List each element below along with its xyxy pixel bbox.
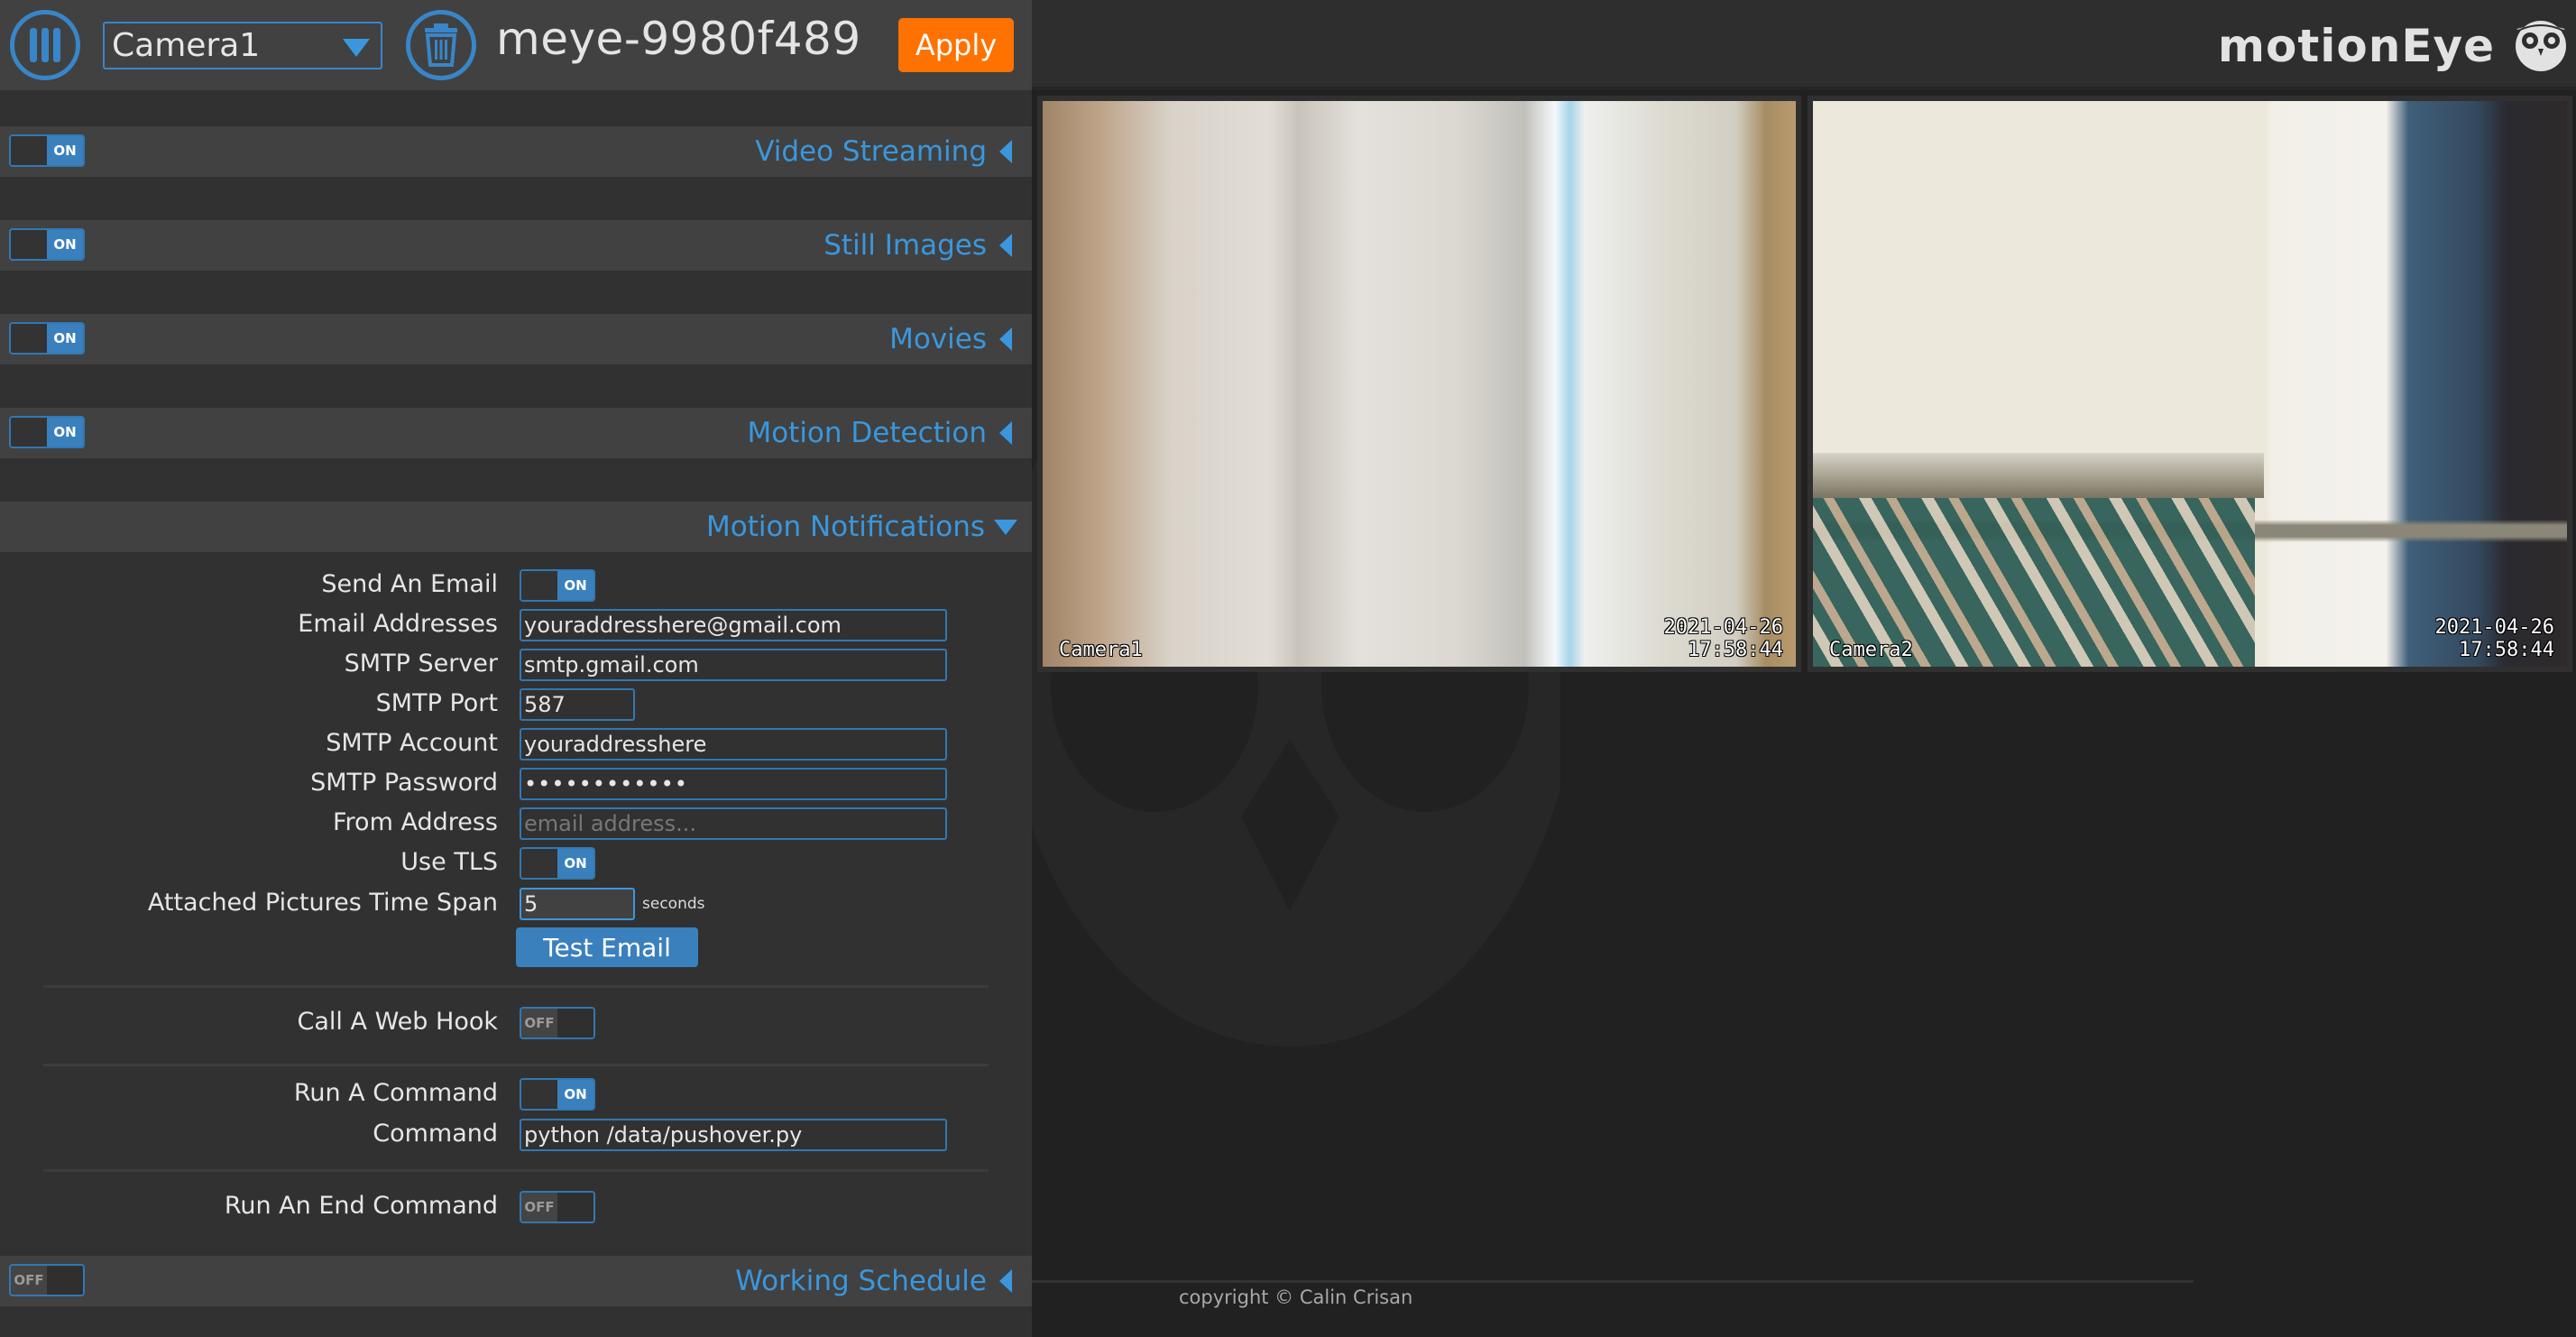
divider	[43, 985, 989, 988]
web-hook-toggle[interactable]: OFF	[520, 1007, 595, 1039]
smtp-account-label: SMTP Account	[326, 729, 498, 757]
section-title: Working Schedule	[735, 1265, 987, 1297]
chevron-left-icon	[999, 421, 1012, 445]
smtp-password-label: SMTP Password	[310, 769, 498, 797]
smtp-account-input[interactable]	[520, 728, 947, 761]
trash-icon	[425, 23, 457, 67]
menu-button[interactable]	[10, 10, 80, 80]
from-address-label: From Address	[332, 808, 498, 836]
smtp-port-input[interactable]	[520, 688, 635, 721]
section-working-schedule[interactable]: OFF Working Schedule	[0, 1256, 1032, 1306]
chevron-left-icon	[999, 327, 1012, 351]
run-command-toggle[interactable]: ON	[520, 1078, 595, 1111]
send-email-label: Send An Email	[321, 570, 498, 598]
owl-icon	[2516, 21, 2566, 71]
email-addresses-label: Email Addresses	[298, 610, 498, 638]
camera-feed-2: Camera2 2021-04-26 17:58:44	[1813, 101, 2567, 667]
chevron-down-icon	[343, 39, 370, 57]
camera-select[interactable]: Camera1	[103, 22, 382, 69]
camera-timestamp: 2021-04-26 17:58:44	[2434, 616, 2554, 661]
test-email-button[interactable]: Test Email	[516, 927, 698, 967]
smtp-port-label: SMTP Port	[375, 689, 498, 717]
section-title: Still Images	[823, 229, 987, 262]
still-images-toggle[interactable]: ON	[9, 228, 85, 261]
web-hook-label: Call A Web Hook	[297, 1008, 498, 1036]
smtp-password-input[interactable]	[520, 768, 947, 800]
section-title: Motion Detection	[747, 417, 987, 449]
section-title: Video Streaming	[755, 135, 987, 168]
menu-bars-icon	[28, 28, 63, 62]
time-span-unit: seconds	[642, 895, 705, 913]
chevron-left-icon	[999, 1269, 1012, 1293]
use-tls-label: Use TLS	[400, 848, 498, 876]
camera-title: meye-9980f489	[496, 13, 861, 65]
footer-divider	[1032, 1280, 2194, 1283]
email-addresses-input[interactable]	[520, 609, 947, 641]
divider	[43, 1169, 989, 1172]
remove-camera-button[interactable]	[406, 10, 476, 80]
chevron-left-icon	[999, 234, 1012, 257]
section-video-streaming[interactable]: ON Video Streaming	[0, 126, 1032, 177]
main-header: motionEye	[1032, 0, 2576, 90]
use-tls-toggle[interactable]: ON	[520, 847, 595, 880]
divider	[43, 1064, 989, 1066]
camera-select-value: Camera1	[112, 27, 261, 64]
baseboard-graphic	[1813, 453, 2264, 498]
section-title: Motion Notifications	[706, 511, 985, 543]
section-motion-notifications[interactable]: Motion Notifications	[0, 502, 1032, 552]
send-email-toggle[interactable]: ON	[520, 569, 595, 602]
camera-name-overlay: Camera2	[1829, 639, 1913, 661]
section-still-images[interactable]: ON Still Images	[0, 220, 1032, 271]
movies-toggle[interactable]: ON	[9, 322, 85, 355]
command-label: Command	[373, 1120, 498, 1148]
brand-name: motionEye	[2217, 20, 2495, 72]
settings-header: Camera1 meye-9980f489 Apply	[0, 0, 1032, 90]
from-address-input[interactable]	[520, 807, 947, 840]
camera-feed-1: Camera1 2021-04-26 17:58:44	[1043, 101, 1796, 667]
section-motion-detection[interactable]: ON Motion Detection	[0, 408, 1032, 458]
video-streaming-toggle[interactable]: ON	[9, 134, 85, 167]
apply-button[interactable]: Apply	[898, 18, 1014, 72]
camera-timestamp: 2021-04-26 17:58:44	[1663, 616, 1783, 661]
camera-grid: Camera1 2021-04-26 17:58:44 Camera2 2021…	[1032, 90, 2576, 1337]
copyright-text: copyright © Calin Crisan	[1179, 1286, 1413, 1308]
smtp-server-label: SMTP Server	[344, 650, 498, 678]
camera-frame-2[interactable]: Camera2 2021-04-26 17:58:44	[1808, 96, 2572, 672]
settings-sidebar: ON Video Streaming ON Still Images ON Mo…	[0, 90, 1032, 1337]
chevron-down-icon	[994, 519, 1017, 535]
smtp-server-input[interactable]	[520, 649, 947, 681]
section-title: Movies	[889, 323, 987, 355]
camera-frame-1[interactable]: Camera1 2021-04-26 17:58:44	[1037, 96, 1801, 672]
camera-name-overlay: Camera1	[1059, 639, 1143, 661]
command-input[interactable]	[520, 1119, 947, 1151]
end-command-label: Run An End Command	[224, 1192, 498, 1220]
run-command-label: Run A Command	[293, 1079, 498, 1107]
time-span-input[interactable]	[520, 888, 635, 920]
chevron-left-icon	[999, 140, 1012, 163]
time-span-label: Attached Pictures Time Span	[147, 889, 498, 917]
motion-detection-toggle[interactable]: ON	[9, 416, 85, 448]
working-schedule-toggle[interactable]: OFF	[9, 1264, 85, 1296]
section-movies[interactable]: ON Movies	[0, 314, 1032, 364]
end-command-toggle[interactable]: OFF	[520, 1191, 595, 1223]
